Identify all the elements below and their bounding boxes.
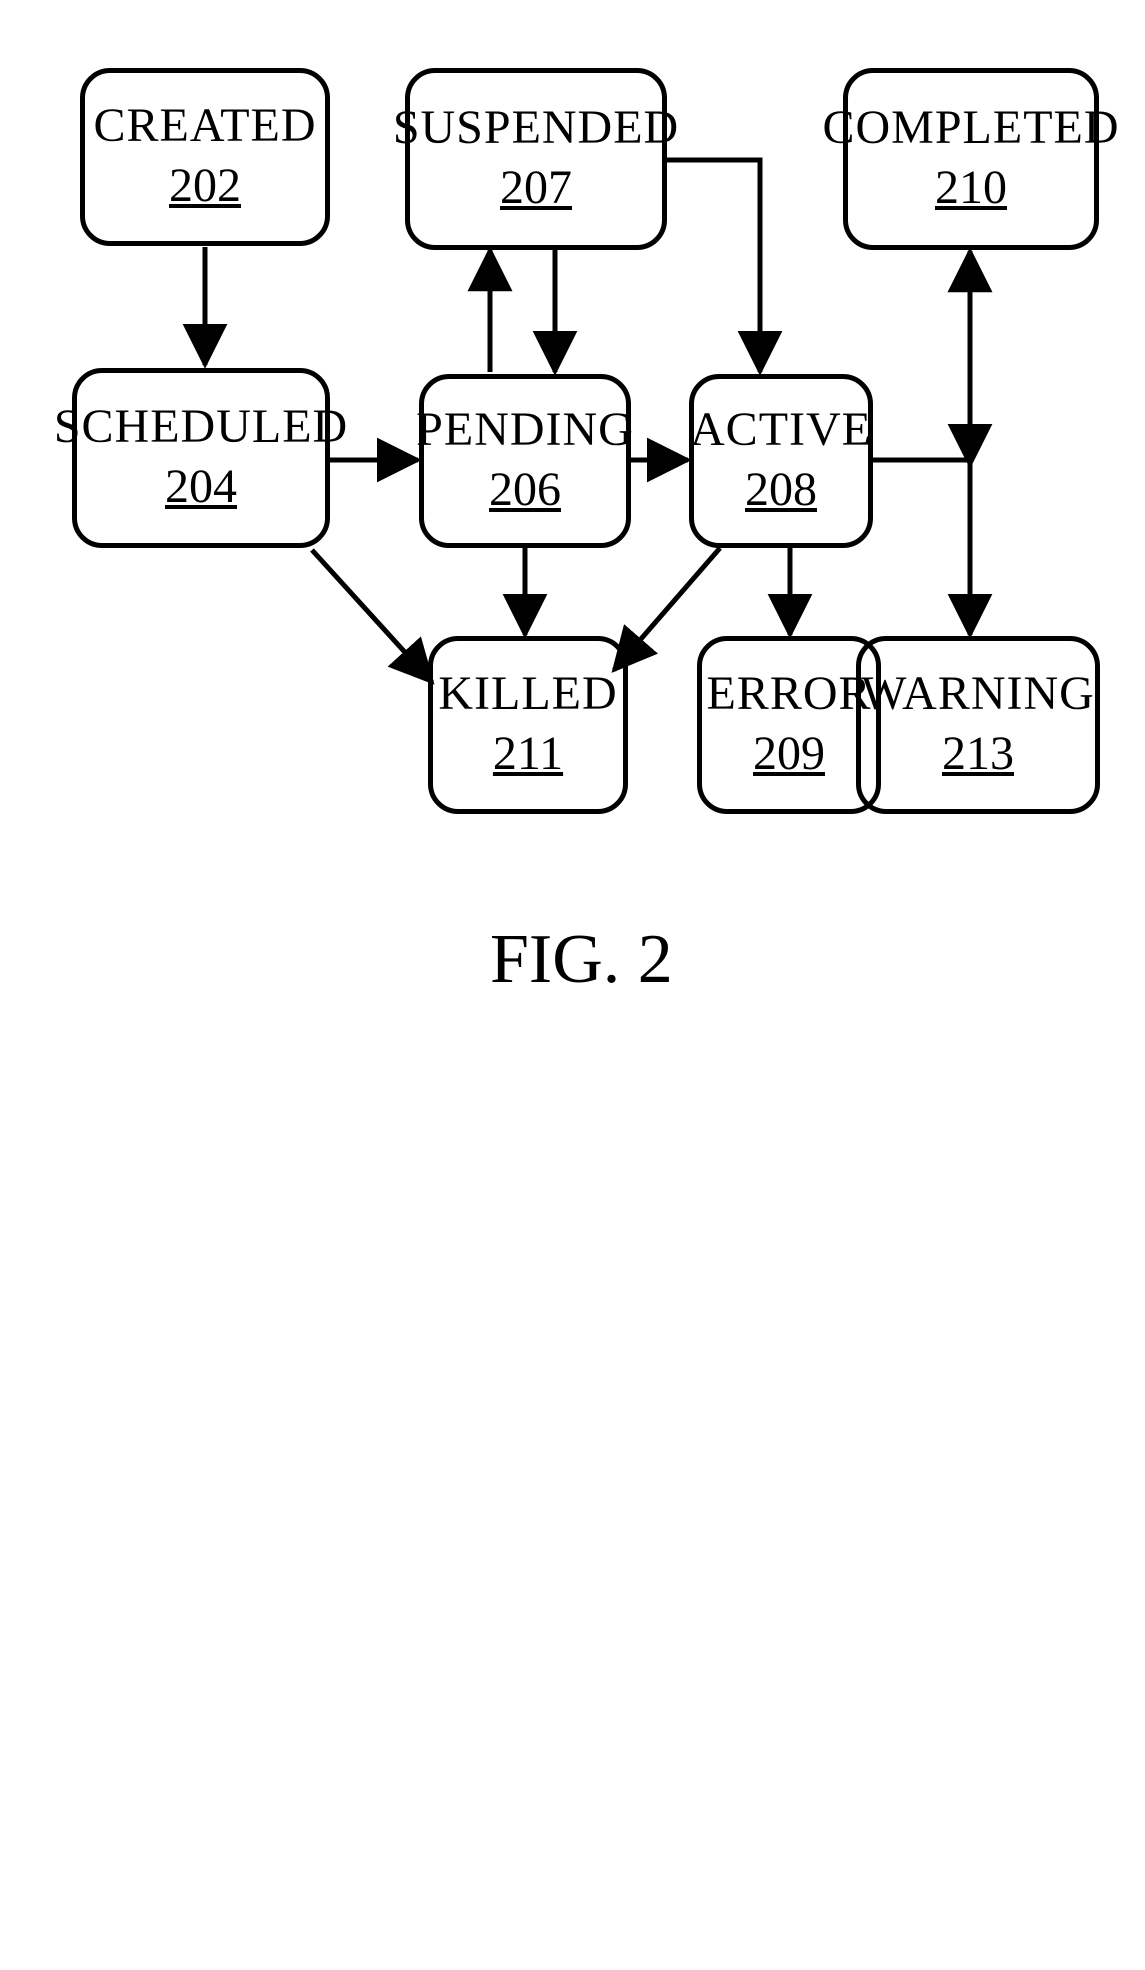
state-number: 202 <box>169 158 241 213</box>
state-label: COMPLETED <box>823 103 1120 153</box>
state-label: KILLED <box>438 669 617 719</box>
edge-scheduled-killed <box>312 550 432 682</box>
state-label: SUSPENDED <box>393 103 679 153</box>
figure-caption: FIG. 2 <box>490 920 673 1000</box>
state-suspended: SUSPENDED 207 <box>405 68 667 250</box>
state-error: ERROR 209 <box>697 636 881 814</box>
state-number: 209 <box>753 726 825 781</box>
state-number: 210 <box>935 160 1007 215</box>
state-number: 206 <box>489 462 561 517</box>
state-created: CREATED 202 <box>80 68 330 246</box>
state-label: SCHEDULED <box>54 402 348 452</box>
state-completed: COMPLETED 210 <box>843 68 1099 250</box>
state-warning: WARNING 213 <box>856 636 1100 814</box>
state-label: WARNING <box>861 669 1095 719</box>
state-label: ACTIVE <box>690 405 872 455</box>
state-label: PENDING <box>416 405 634 455</box>
state-number: 204 <box>165 459 237 514</box>
state-killed: KILLED 211 <box>428 636 628 814</box>
state-number: 213 <box>942 726 1014 781</box>
state-number: 211 <box>493 726 563 781</box>
state-active: ACTIVE 208 <box>689 374 873 548</box>
state-pending: PENDING 206 <box>419 374 631 548</box>
state-label: ERROR <box>706 669 871 719</box>
state-number: 208 <box>745 462 817 517</box>
state-label: CREATED <box>94 101 317 151</box>
diagram-canvas: CREATED 202 SCHEDULED 204 SUSPENDED 207 … <box>0 0 1145 1970</box>
state-scheduled: SCHEDULED 204 <box>72 368 330 548</box>
state-number: 207 <box>500 160 572 215</box>
edge-suspended-active <box>667 160 760 372</box>
